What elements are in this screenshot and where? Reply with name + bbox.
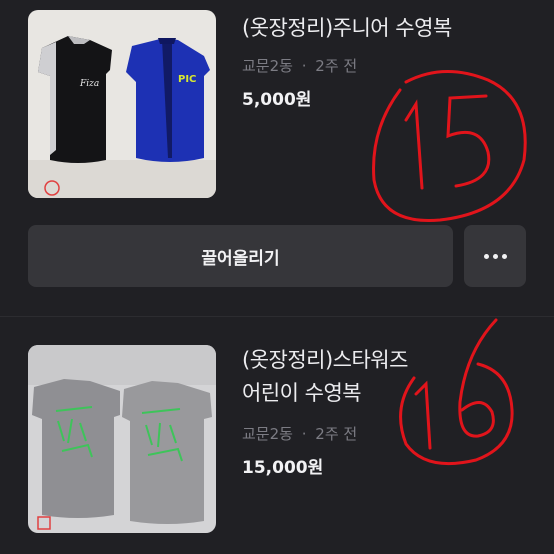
listing-1-meta: 교문2동 · 2주 전 — [242, 56, 357, 76]
listing-2-title[interactable]: (옷장정리)스타워즈 어린이 수영복 — [242, 344, 542, 410]
listing-2-thumbnail[interactable] — [28, 345, 216, 533]
listing-2-time: 2주 전 — [315, 425, 358, 443]
svg-text:Fiza: Fiza — [79, 79, 99, 89]
listing-2-price: 15,000원 — [242, 458, 324, 478]
listing-1-price: 5,000원 — [242, 90, 312, 110]
listing-1-time: 2주 전 — [315, 57, 358, 75]
meta-separator: · — [301, 57, 307, 75]
listing-2-location: 교문2동 — [242, 425, 293, 443]
more-horizontal-icon — [501, 253, 507, 259]
listing-divider — [0, 316, 554, 317]
listing-1-title[interactable]: (옷장정리)주니어 수영복 — [242, 12, 542, 45]
listing-item-2[interactable]: (옷장정리)스타워즈 어린이 수영복 교문2동 · 2주 전 15,000원 — [0, 330, 554, 554]
more-horizontal-icon — [492, 253, 498, 259]
swimwear-photo-2 — [28, 345, 216, 533]
more-options-button[interactable] — [464, 225, 526, 287]
meta-separator: · — [301, 425, 307, 443]
bump-button[interactable]: 끌어올리기 — [28, 225, 453, 287]
listing-2-meta: 교문2동 · 2주 전 — [242, 424, 357, 444]
listing-screen: Fiza PIC (옷장정리)주니어 수영복 교문2동 · 2주 전 5,000… — [0, 0, 554, 554]
listing-1-thumbnail[interactable]: Fiza PIC — [28, 10, 216, 198]
listing-1-location: 교문2동 — [242, 57, 293, 75]
swimwear-photo-1: Fiza PIC — [28, 10, 216, 198]
listing-item-1[interactable]: Fiza PIC (옷장정리)주니어 수영복 교문2동 · 2주 전 5,000… — [0, 0, 554, 210]
svg-text:PIC: PIC — [178, 74, 196, 85]
more-horizontal-icon — [483, 253, 489, 259]
